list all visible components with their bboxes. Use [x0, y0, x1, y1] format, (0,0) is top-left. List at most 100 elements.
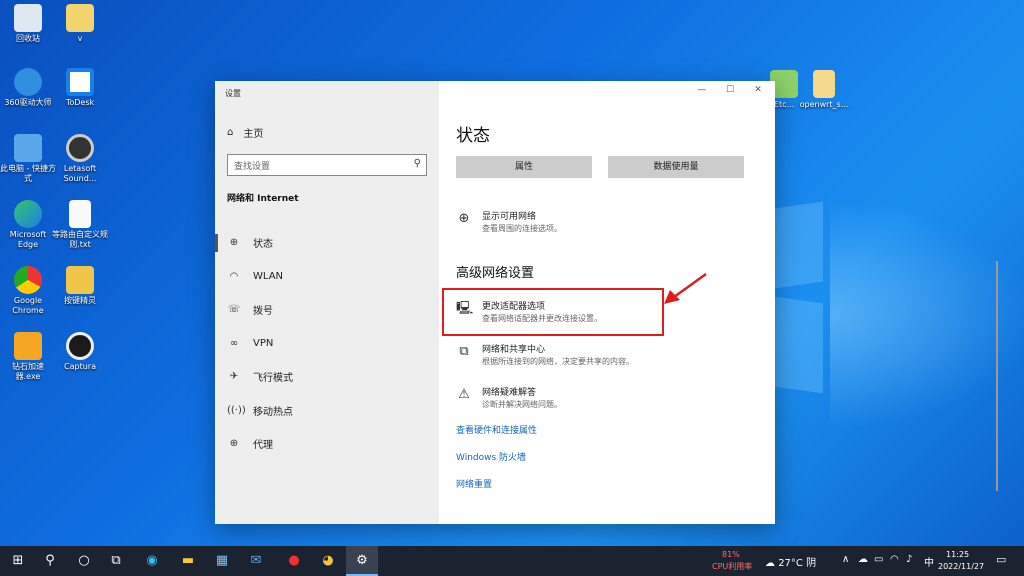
clock-time[interactable]: 11:25 — [946, 550, 969, 559]
desktop-icon-360-driver[interactable]: 360驱动大师 — [0, 68, 56, 108]
task-view-icon[interactable]: ⧉ — [106, 551, 126, 571]
desktop-icon-diamond-accelerator[interactable]: 钻石加速器.exe — [0, 332, 56, 382]
home-icon: ⌂ — [227, 127, 234, 138]
page-title: 状态 — [456, 126, 490, 146]
recorder-icon[interactable]: ● — [284, 551, 304, 571]
sidebar-item-status[interactable]: ⊕ 状态 — [215, 226, 439, 260]
home-label: 主页 — [243, 129, 264, 140]
show-networks-item[interactable]: ⊕ 显示可用网络 查看周围的连接选项。 — [456, 211, 562, 234]
settings-sidebar: 设置 ⌂ 主页 查找设置 ⚲ 网络和 Internet ⊕ 状态 ◠ WLAN … — [215, 81, 439, 524]
desktop-icon-letasoft[interactable]: Letasoft Sound... — [52, 134, 108, 184]
item-title: 网络疑难解答 — [482, 388, 537, 398]
section-title: 网络和 Internet — [227, 194, 299, 204]
desktop-icon-recycle-bin[interactable]: 回收站 — [0, 4, 56, 44]
properties-button[interactable]: 属性 — [456, 156, 592, 178]
text-file-icon — [69, 200, 91, 228]
sidebar-item-label: 状态 — [253, 239, 273, 251]
battery-icon[interactable]: ▭ — [874, 554, 883, 565]
sidebar-item-label: VPN — [253, 337, 274, 349]
desktop-icon-this-pc[interactable]: 此电脑 - 快捷方式 — [0, 134, 56, 184]
item-desc: 查看周围的连接选项。 — [482, 224, 562, 233]
recycle-bin-icon — [14, 4, 42, 32]
desktop-icon-anjian[interactable]: 按键精灵 — [52, 266, 108, 306]
store-icon[interactable]: ▦ — [212, 551, 232, 571]
mail-icon[interactable]: ✉ — [246, 551, 266, 571]
hotspot-icon: ((·)) — [227, 404, 246, 416]
chrome-icon[interactable]: ◕ — [318, 551, 338, 571]
chevron-up-icon[interactable]: ∧ — [842, 554, 849, 565]
settings-gear-icon[interactable]: ⚙ — [352, 551, 372, 571]
scrollbar[interactable] — [996, 261, 998, 491]
clock-date[interactable]: 2022/11/27 — [938, 562, 984, 571]
desktop-icon-router-rules[interactable]: 等路由自定义规则.txt — [52, 200, 108, 250]
edge-icon[interactable]: ◉ — [142, 551, 162, 571]
sidebar-item-airplane-mode[interactable]: ✈ 飞行模式 — [215, 360, 439, 394]
troubleshoot-item[interactable]: ⚠ 网络疑难解答 诊断并解决网络问题。 — [456, 387, 562, 410]
sidebar-nav: ⊕ 状态 ◠ WLAN ☏ 拨号 ∞ VPN ✈ 飞行模式 ((·)) 移动热点 — [215, 226, 439, 461]
sidebar-item-wlan[interactable]: ◠ WLAN — [215, 260, 439, 294]
todesk-icon — [66, 68, 94, 96]
maximize-button[interactable]: ☐ — [719, 85, 741, 99]
highlight-box — [442, 288, 664, 336]
firewall-link[interactable]: Windows 防火墙 — [456, 450, 526, 463]
search-icon[interactable]: ⚲ — [40, 551, 60, 571]
zip-file-icon — [813, 70, 835, 98]
ime-indicator[interactable]: 中 — [924, 554, 934, 569]
vpn-icon: ∞ — [229, 337, 239, 349]
notification-icon[interactable]: ▭ — [996, 553, 1006, 566]
dialup-icon: ☏ — [227, 304, 241, 316]
item-title: 网络和共享中心 — [482, 345, 546, 355]
sidebar-item-label: 代理 — [253, 440, 273, 452]
sharing-icon: ⧉ — [459, 344, 469, 359]
desktop-icon-chrome[interactable]: Google Chrome — [0, 266, 56, 316]
weather-text: 27°C 阴 — [778, 558, 817, 569]
file-explorer-icon[interactable]: ▬ — [178, 551, 198, 571]
network-globe-icon: ⊕ — [458, 211, 470, 226]
driver-app-icon — [14, 68, 42, 96]
window-title: 设置 — [225, 89, 241, 98]
accelerator-icon — [14, 332, 42, 360]
folder-icon — [66, 266, 94, 294]
computer-icon — [14, 134, 42, 162]
weather-widget[interactable]: ☁ 27°C 阴 — [765, 554, 816, 569]
sidebar-item-label: 飞行模式 — [253, 373, 293, 385]
sidebar-item-hotspot[interactable]: ((·)) 移动热点 — [215, 394, 439, 428]
search-input[interactable]: 查找设置 ⚲ — [227, 154, 427, 176]
taskbar: ⊞ ⚲ ○ ⧉ ◉ ▬ ▦ ✉ ● ◕ ⚙ 81% CPU利用率 ☁ 27°C … — [0, 546, 1024, 576]
speaker-icon — [66, 134, 94, 162]
wifi-icon: ◠ — [229, 270, 239, 282]
close-button[interactable]: ✕ — [747, 85, 769, 99]
sharing-center-item[interactable]: ⧉ 网络和共享中心 根据所连接到的网络，决定要共享的内容。 — [456, 344, 634, 367]
desktop-icon-todesk[interactable]: ToDesk — [52, 68, 108, 108]
desktop-icon-edge[interactable]: Microsoft Edge — [0, 200, 56, 250]
onedrive-icon[interactable]: ☁ — [858, 554, 868, 565]
cpu-percent: 81% — [722, 550, 740, 559]
globe-icon: ⊕ — [229, 438, 239, 450]
chrome-icon — [14, 266, 42, 294]
captura-icon — [66, 332, 94, 360]
desktop-icon-folder-v[interactable]: v — [52, 4, 108, 44]
sidebar-item-proxy[interactable]: ⊕ 代理 — [215, 427, 439, 461]
cortana-icon[interactable]: ○ — [74, 551, 94, 571]
cpu-label: CPU利用率 — [712, 562, 753, 571]
sidebar-item-label: 拨号 — [253, 306, 273, 318]
search-placeholder: 查找设置 — [234, 162, 271, 172]
volume-icon[interactable]: ♪ — [906, 554, 912, 565]
minimize-button[interactable]: — — [691, 85, 713, 99]
desktop-light-glow — [830, 200, 1024, 430]
desktop-icon-captura[interactable]: Captura — [52, 332, 108, 372]
network-icon[interactable]: ◠ — [890, 554, 899, 565]
airplane-icon: ✈ — [229, 371, 239, 383]
cloud-icon: ☁ — [765, 558, 775, 569]
start-button[interactable]: ⊞ — [8, 551, 28, 571]
desktop-icon-openwrt[interactable]: openwrt_s... — [796, 70, 852, 110]
hardware-properties-link[interactable]: 查看硬件和连接属性 — [456, 423, 537, 436]
folder-icon — [66, 4, 94, 32]
data-usage-button[interactable]: 数据使用量 — [608, 156, 744, 178]
sidebar-item-label: WLAN — [253, 270, 284, 282]
sidebar-item-vpn[interactable]: ∞ VPN — [215, 327, 439, 361]
sidebar-item-dialup[interactable]: ☏ 拨号 — [215, 293, 439, 327]
search-icon: ⚲ — [413, 158, 421, 169]
sidebar-home[interactable]: ⌂ 主页 — [227, 125, 263, 140]
network-reset-link[interactable]: 网络重置 — [456, 477, 492, 490]
